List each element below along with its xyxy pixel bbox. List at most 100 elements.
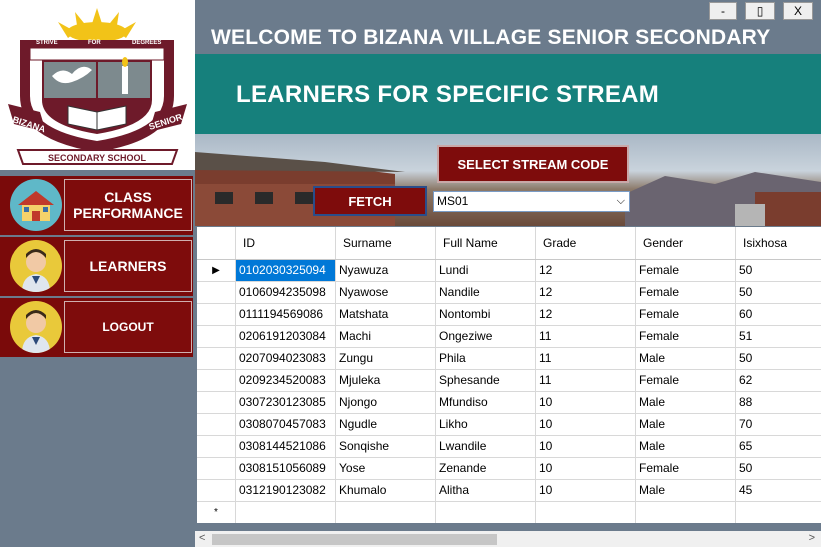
cell-full-name[interactable]: Zenande xyxy=(436,458,536,480)
logout-button[interactable]: LOGOUT xyxy=(64,301,192,353)
row-header[interactable]: * xyxy=(197,502,236,523)
cell-isixhosa[interactable]: 50 xyxy=(736,348,821,370)
learners-grid[interactable]: ID Surname Full Name Grade Gender Isixho… xyxy=(197,227,821,523)
cell-grade[interactable]: 10 xyxy=(536,436,636,458)
cell-id[interactable]: 0308151056089 xyxy=(236,458,336,480)
scroll-right-arrow-icon[interactable]: > xyxy=(809,532,815,544)
cell-isixhosa[interactable]: 60 xyxy=(736,304,821,326)
cell-surname[interactable]: Khumalo xyxy=(336,480,436,502)
cell-id[interactable]: 0106094235098 xyxy=(236,282,336,304)
cell-isixhosa[interactable]: 50 xyxy=(736,282,821,304)
cell-surname[interactable] xyxy=(336,502,436,523)
row-header[interactable] xyxy=(197,392,236,414)
cell-grade[interactable]: 12 xyxy=(536,282,636,304)
cell-id[interactable]: 0207094023083 xyxy=(236,348,336,370)
cell-grade[interactable]: 11 xyxy=(536,348,636,370)
cell-isixhosa[interactable]: 65 xyxy=(736,436,821,458)
row-header[interactable] xyxy=(197,348,236,370)
cell-id[interactable] xyxy=(236,502,336,523)
fetch-button[interactable]: FETCH xyxy=(313,186,427,216)
cell-surname[interactable]: Ngudle xyxy=(336,414,436,436)
cell-gender[interactable]: Female xyxy=(636,260,736,282)
cell-isixhosa[interactable]: 50 xyxy=(736,260,821,282)
select-stream-code-button[interactable]: SELECT STREAM CODE xyxy=(437,145,629,183)
cell-grade[interactable]: 12 xyxy=(536,260,636,282)
cell-id[interactable]: 0308070457083 xyxy=(236,414,336,436)
cell-surname[interactable]: Matshata xyxy=(336,304,436,326)
row-header[interactable] xyxy=(197,370,236,392)
column-header-id[interactable]: ID xyxy=(236,227,336,259)
cell-surname[interactable]: Nyawose xyxy=(336,282,436,304)
cell-full-name[interactable]: Sphesande xyxy=(436,370,536,392)
class-performance-button[interactable]: CLASS PERFORMANCE xyxy=(64,179,192,231)
stream-code-select[interactable]: MS01 ⌵ xyxy=(433,191,630,212)
cell-id[interactable]: 0111194569086 xyxy=(236,304,336,326)
cell-surname[interactable]: Njongo xyxy=(336,392,436,414)
cell-isixhosa[interactable]: 62 xyxy=(736,370,821,392)
column-header-full-name[interactable]: Full Name xyxy=(436,227,536,259)
cell-gender[interactable] xyxy=(636,502,736,523)
cell-full-name[interactable]: Lwandile xyxy=(436,436,536,458)
cell-grade[interactable]: 10 xyxy=(536,392,636,414)
table-row[interactable]: 0106094235098 Nyawose Nandile 12 Female 50 xyxy=(197,282,821,304)
column-header-surname[interactable]: Surname xyxy=(336,227,436,259)
cell-grade[interactable]: 11 xyxy=(536,370,636,392)
cell-grade[interactable]: 10 xyxy=(536,458,636,480)
cell-full-name[interactable]: Ongeziwe xyxy=(436,326,536,348)
table-row[interactable]: 0207094023083 Zungu Phila 11 Male 50 xyxy=(197,348,821,370)
cell-isixhosa[interactable] xyxy=(736,502,821,523)
cell-full-name[interactable]: Lundi xyxy=(436,260,536,282)
cell-isixhosa[interactable]: 70 xyxy=(736,414,821,436)
row-header[interactable] xyxy=(197,458,236,480)
cell-gender[interactable]: Male xyxy=(636,348,736,370)
cell-full-name[interactable]: Phila xyxy=(436,348,536,370)
cell-id[interactable]: 0206191203084 xyxy=(236,326,336,348)
horizontal-scrollbar[interactable]: < > xyxy=(195,531,821,547)
table-row[interactable]: 0308151056089 Yose Zenande 10 Female 50 xyxy=(197,458,821,480)
column-header-grade[interactable]: Grade xyxy=(536,227,636,259)
cell-id[interactable]: 0102030325094 xyxy=(236,260,336,282)
cell-isixhosa[interactable]: 88 xyxy=(736,392,821,414)
row-header[interactable] xyxy=(197,436,236,458)
cell-grade[interactable]: 12 xyxy=(536,304,636,326)
cell-surname[interactable]: Mjuleka xyxy=(336,370,436,392)
table-row[interactable]: 0307230123085 Njongo Mfundiso 10 Male 88 xyxy=(197,392,821,414)
cell-full-name[interactable]: Nontombi xyxy=(436,304,536,326)
scroll-left-arrow-icon[interactable]: < xyxy=(199,532,205,544)
cell-id[interactable]: 0209234520083 xyxy=(236,370,336,392)
cell-id[interactable]: 0307230123085 xyxy=(236,392,336,414)
column-header-isixhosa[interactable]: Isixhosa xyxy=(736,227,821,259)
column-header-gender[interactable]: Gender xyxy=(636,227,736,259)
cell-full-name[interactable]: Alitha xyxy=(436,480,536,502)
cell-surname[interactable]: Zungu xyxy=(336,348,436,370)
maximize-button[interactable]: ▯ xyxy=(745,2,775,20)
cell-full-name[interactable] xyxy=(436,502,536,523)
cell-id[interactable]: 0312190123082 xyxy=(236,480,336,502)
table-row[interactable]: 0312190123082 Khumalo Alitha 10 Male 45 xyxy=(197,480,821,502)
row-header[interactable] xyxy=(197,480,236,502)
cell-gender[interactable]: Female xyxy=(636,304,736,326)
row-header[interactable]: ▶ xyxy=(197,260,236,282)
cell-isixhosa[interactable]: 45 xyxy=(736,480,821,502)
chevron-down-icon[interactable]: ⌵ xyxy=(617,192,625,211)
new-row[interactable]: * xyxy=(197,502,821,523)
minimize-button[interactable]: - xyxy=(709,2,737,20)
cell-gender[interactable]: Female xyxy=(636,282,736,304)
table-row[interactable]: 0206191203084 Machi Ongeziwe 11 Female 51 xyxy=(197,326,821,348)
row-header[interactable] xyxy=(197,414,236,436)
cell-gender[interactable]: Female xyxy=(636,370,736,392)
cell-gender[interactable]: Female xyxy=(636,458,736,480)
cell-grade[interactable]: 11 xyxy=(536,326,636,348)
cell-gender[interactable]: Male xyxy=(636,392,736,414)
cell-full-name[interactable]: Likho xyxy=(436,414,536,436)
table-row[interactable]: 0209234520083 Mjuleka Sphesande 11 Female 62 xyxy=(197,370,821,392)
cell-surname[interactable]: Yose xyxy=(336,458,436,480)
table-row[interactable]: 0111194569086 Matshata Nontombi 12 Female 60 xyxy=(197,304,821,326)
cell-gender[interactable]: Male xyxy=(636,414,736,436)
cell-grade[interactable]: 10 xyxy=(536,414,636,436)
row-header[interactable] xyxy=(197,304,236,326)
cell-isixhosa[interactable]: 51 xyxy=(736,326,821,348)
cell-surname[interactable]: Nyawuza xyxy=(336,260,436,282)
learners-button[interactable]: LEARNERS xyxy=(64,240,192,292)
table-row[interactable]: 0308144521086 Sonqishe Lwandile 10 Male 65 xyxy=(197,436,821,458)
